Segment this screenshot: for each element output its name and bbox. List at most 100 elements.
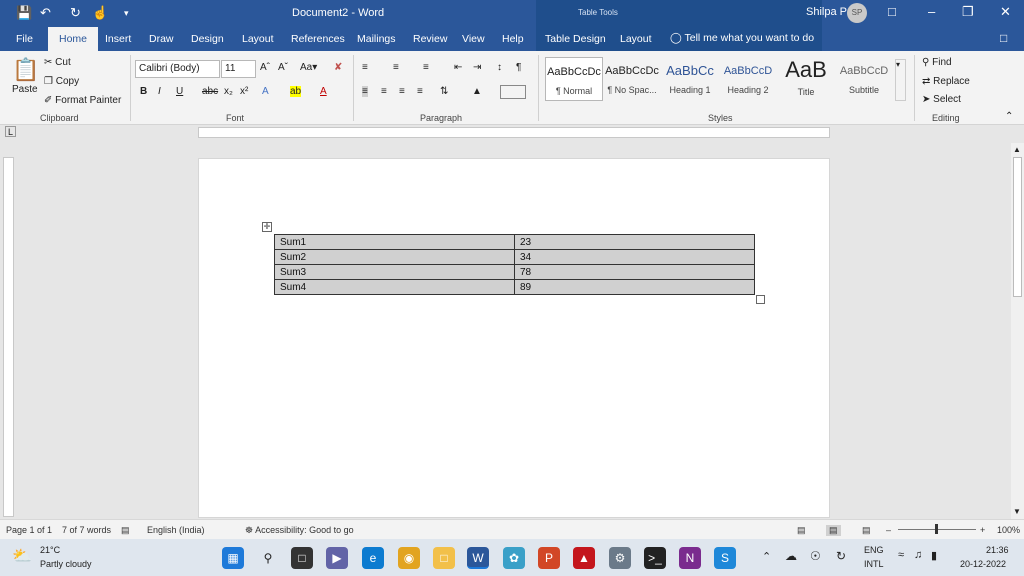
table-cell[interactable]: Sum2 [274, 249, 515, 265]
save-icon[interactable]: 💾 [16, 5, 32, 21]
table-cell[interactable]: 78 [514, 264, 755, 280]
change-case-icon[interactable]: Aa▾ [300, 62, 317, 73]
highlight-icon[interactable]: ab [290, 86, 302, 97]
paste-button[interactable]: Paste [12, 84, 38, 95]
format-painter-button[interactable]: ✐ Format Painter [44, 95, 121, 106]
wifi-icon[interactable]: ≈ [898, 549, 904, 561]
text-effects-icon[interactable]: A [262, 86, 269, 97]
superscript-icon[interactable]: x² [240, 86, 248, 97]
edge-icon[interactable]: e [362, 547, 384, 569]
task-view-icon[interactable]: □ [291, 547, 313, 569]
language-variant[interactable]: INTL [864, 559, 884, 569]
redo-icon[interactable]: ↻ [70, 5, 81, 21]
style-normal[interactable]: AaBbCcDc ¶ Normal [545, 57, 603, 101]
search-icon[interactable]: ⚲ [257, 547, 279, 569]
tab-table-design[interactable]: Table Design [545, 33, 606, 45]
web-layout-icon[interactable]: ▤ [862, 525, 871, 536]
style-heading-1[interactable]: AaBbCc Heading 1 [661, 57, 719, 101]
weather-text[interactable]: Partly cloudy [40, 559, 92, 569]
table-cell[interactable]: 34 [514, 249, 755, 265]
temperature[interactable]: 21°C [40, 545, 60, 555]
underline-icon[interactable]: U [176, 86, 183, 97]
app-icon[interactable]: ✿ [503, 547, 525, 569]
multilevel-list-icon[interactable]: ≡ [423, 62, 429, 73]
proofing-icon[interactable]: ▤ [121, 525, 130, 536]
borders-icon[interactable] [500, 85, 526, 99]
table-row[interactable]: Sum2 34 [274, 249, 755, 265]
read-mode-icon[interactable]: ▤ [797, 525, 806, 536]
copy-button[interactable]: ❐ Copy [44, 76, 79, 87]
tab-layout[interactable]: Layout [242, 33, 274, 45]
shrink-font-icon[interactable]: Aˇ [278, 62, 288, 73]
font-name-combo[interactable]: Calibri (Body) [135, 60, 220, 78]
style-heading-2[interactable]: AaBbCcD Heading 2 [719, 57, 777, 101]
zoom-in-icon[interactable]: + [980, 525, 985, 535]
settings-icon[interactable]: ⚙ [609, 547, 631, 569]
tab-help[interactable]: Help [502, 33, 524, 45]
table-cell[interactable]: 23 [514, 234, 755, 250]
document-page[interactable] [198, 158, 830, 518]
tab-view[interactable]: View [462, 33, 485, 45]
volume-icon[interactable]: ♫ [914, 549, 922, 561]
tab-references[interactable]: References [291, 33, 345, 45]
cut-button[interactable]: ✂ Cut [44, 57, 71, 68]
word-icon[interactable]: W [467, 547, 489, 569]
scroll-up-icon[interactable]: ▲ [1013, 145, 1021, 154]
powerpoint-icon[interactable]: P [538, 547, 560, 569]
scroll-thumb[interactable] [1013, 157, 1022, 297]
restore-icon[interactable]: ❐ [962, 4, 974, 20]
decrease-indent-icon[interactable]: ⇤ [454, 62, 462, 73]
find-button[interactable]: ⚲ Find [922, 57, 952, 68]
table-cell[interactable]: 89 [514, 279, 755, 295]
show-marks-icon[interactable]: ¶ [516, 62, 521, 73]
font-size-combo[interactable]: 11 [221, 60, 256, 78]
teams-icon[interactable]: ▶ [326, 547, 348, 569]
acrobat-icon[interactable]: ▲ [573, 547, 595, 569]
language[interactable]: English (India) [147, 525, 205, 535]
zoom-slider-thumb[interactable] [935, 524, 938, 534]
style-no-spacing[interactable]: AaBbCcDc ¶ No Spac... [603, 57, 661, 101]
scroll-down-icon[interactable]: ▼ [1013, 507, 1021, 516]
bold-icon[interactable]: B [140, 86, 147, 97]
chrome-icon[interactable]: ◉ [398, 547, 420, 569]
table-cell[interactable]: Sum3 [274, 264, 515, 280]
store-icon[interactable]: S [714, 547, 736, 569]
word-count[interactable]: 7 of 7 words [62, 525, 111, 535]
language-indicator[interactable]: ENG [864, 545, 884, 555]
grow-font-icon[interactable]: Aˆ [260, 62, 270, 73]
collapse-ribbon-icon[interactable]: ⌃ [1005, 111, 1013, 122]
tab-mailings[interactable]: Mailings [357, 33, 396, 45]
font-color-icon[interactable]: A [320, 86, 327, 97]
weather-icon[interactable]: ⛅ [12, 546, 32, 566]
tab-design[interactable]: Design [191, 33, 224, 45]
avatar[interactable]: SP [847, 3, 867, 23]
numbering-icon[interactable]: ≡ [393, 62, 399, 73]
shading-icon[interactable]: ▲ [472, 86, 482, 97]
tab-home[interactable]: Home [48, 27, 99, 51]
user-name[interactable]: Shilpa P [806, 6, 847, 18]
align-center-icon[interactable]: ≡ [381, 86, 387, 97]
minimize-icon[interactable]: – [928, 4, 935, 19]
table-cell[interactable]: Sum1 [274, 234, 515, 250]
table-cell[interactable]: Sum4 [274, 279, 515, 295]
tab-selector-icon[interactable]: L [5, 126, 16, 137]
select-button[interactable]: ➤ Select [922, 94, 961, 105]
tab-draw[interactable]: Draw [149, 33, 174, 45]
paste-icon[interactable]: 📋 [12, 57, 39, 83]
sync-icon[interactable]: ↻ [836, 549, 846, 563]
style-title[interactable]: AaB Title [777, 57, 835, 101]
italic-icon[interactable]: I [158, 86, 161, 97]
replace-button[interactable]: ⇄ Replace [922, 76, 970, 87]
undo-icon[interactable]: ↶ [40, 5, 51, 21]
tab-review[interactable]: Review [413, 33, 447, 45]
subscript-icon[interactable]: x₂ [224, 86, 233, 97]
table-row[interactable]: Sum1 23 [274, 234, 755, 250]
comments-icon[interactable]: □ [1000, 31, 1007, 45]
ribbon-display-icon[interactable]: □ [888, 4, 896, 19]
justify-icon[interactable]: ≡ [417, 86, 423, 97]
tab-insert[interactable]: Insert [105, 33, 131, 45]
strikethrough-icon[interactable]: abc [202, 86, 218, 97]
close-icon[interactable]: ✕ [1000, 4, 1011, 20]
terminal-icon[interactable]: >_ [644, 547, 666, 569]
page-count[interactable]: Page 1 of 1 [6, 525, 52, 535]
